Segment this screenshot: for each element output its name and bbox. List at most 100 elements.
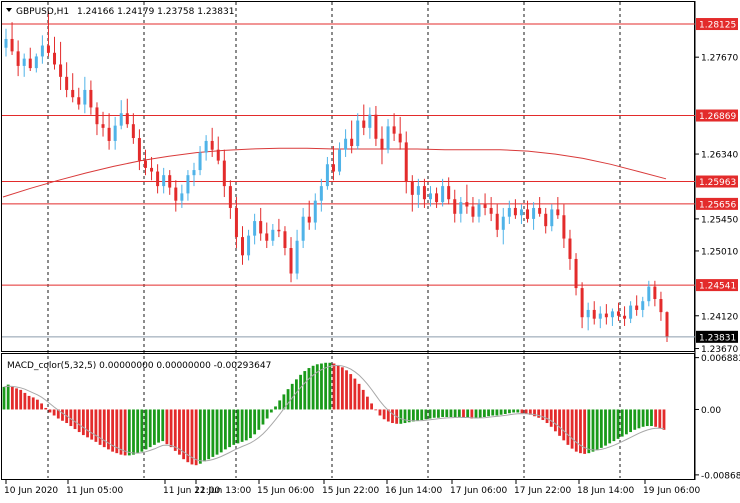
price-tick-label-4: 1.24120 [701, 312, 738, 322]
macd-bar-0 [2, 386, 6, 410]
candle-body-44 [271, 229, 275, 241]
macd-bar-50 [211, 409, 215, 457]
candle-body-51 [313, 200, 317, 223]
candle-body-60 [368, 114, 372, 128]
macd-bar-106 [445, 409, 449, 417]
candle-body-80 [489, 207, 493, 214]
candle-body-84 [513, 207, 517, 216]
candle-body-76 [465, 202, 469, 207]
macd-bar-7 [31, 397, 35, 410]
macd-bar-137 [574, 409, 578, 452]
macd-bar-62 [261, 409, 265, 425]
candle-body-35 [216, 149, 220, 161]
macd-bar-51 [215, 409, 219, 455]
macd-bar-42 [178, 409, 181, 455]
macd-bar-91 [382, 409, 386, 420]
macd-bar-83 [349, 374, 353, 410]
macd-bar-61 [257, 409, 261, 430]
candle-body-17 [107, 127, 111, 141]
level-label-0: 1.28125 [699, 21, 736, 31]
candle-body-28 [174, 187, 178, 201]
symbol-dropdown-icon[interactable] [6, 8, 12, 12]
macd-bar-117 [491, 409, 495, 416]
candle-body-43 [265, 233, 269, 241]
candle-body-67 [410, 181, 414, 195]
candle-body-48 [295, 240, 299, 274]
candle-body-2 [16, 51, 20, 66]
macd-bar-66 [278, 400, 282, 410]
macd-bar-105 [441, 409, 445, 417]
price-tick-label-1: 1.26340 [701, 151, 738, 161]
candle-body-20 [125, 113, 129, 125]
macd-bar-77 [324, 362, 328, 410]
macd-histogram [2, 362, 666, 466]
macd-bar-14 [61, 409, 64, 421]
macd-bar-93 [391, 409, 394, 424]
candle-body-36 [222, 160, 226, 187]
macd-bar-135 [566, 409, 570, 445]
macd-bar-103 [432, 409, 436, 418]
x-tick-label-5: 15 Jun 22:00 [322, 486, 379, 496]
chart-svg: 1.23831 1.27670 1.26340 1.25450 1.25010 1.24… [1, 1, 740, 496]
macd-bar-107 [449, 409, 453, 417]
candle-body-47 [289, 248, 293, 274]
macd-bar-129 [541, 409, 545, 421]
macd-bar-47 [198, 409, 202, 464]
candle-body-58 [356, 120, 360, 147]
macd-bar-56 [236, 409, 240, 444]
candle-body-93 [568, 238, 572, 259]
candle-body-5 [34, 56, 38, 69]
macd-bar-2 [10, 386, 14, 410]
macd-bar-140 [587, 409, 591, 454]
candle-body-37 [228, 186, 232, 208]
macd-bar-49 [207, 409, 211, 460]
candle-body-82 [501, 216, 505, 230]
macd-bar-28 [119, 409, 123, 455]
macd-bar-114 [478, 409, 482, 418]
candle-body-7 [46, 45, 50, 53]
macd-bar-78 [328, 362, 332, 410]
macd-bar-19 [81, 409, 85, 436]
candle-body-65 [398, 133, 402, 143]
candle-body-50 [307, 216, 311, 223]
macd-bar-6 [27, 395, 31, 410]
current-price-label: 1.23831 [699, 333, 736, 343]
macd-bar-39 [165, 409, 169, 445]
candle-body-109 [665, 312, 669, 337]
symbol-label: GBPUSD,H1 [16, 7, 69, 17]
x-tick-label-8: 17 Jun 22:00 [514, 486, 571, 496]
candle-body-49 [301, 216, 305, 241]
x-tick-label-6: 16 Jun 14:00 [385, 486, 442, 496]
macd-bar-53 [223, 409, 227, 450]
macd-bar-52 [219, 409, 223, 453]
candle-body-89 [544, 213, 548, 227]
candle-body-45 [277, 229, 281, 232]
candle-body-77 [471, 206, 475, 217]
candle-body-100 [610, 311, 614, 318]
macd-bar-35 [148, 409, 152, 448]
ma-path [2, 147, 667, 198]
macd-bar-101 [424, 409, 428, 420]
candle-body-54 [331, 164, 335, 172]
macd-bar-143 [599, 409, 603, 448]
candle-body-87 [532, 207, 536, 219]
macd-bar-142 [595, 409, 599, 451]
macd-bar-104 [437, 409, 440, 418]
macd-bar-111 [466, 409, 470, 418]
macd-bar-150 [629, 409, 632, 433]
candle-body-102 [623, 315, 627, 319]
candles [4, 11, 669, 342]
candle-body-24 [150, 167, 154, 172]
macd-bar-98 [411, 409, 415, 422]
candle-body-101 [616, 311, 620, 316]
macd-bar-23 [98, 409, 102, 445]
macd-tick-label-2: -0.008685 [701, 471, 740, 481]
macd-bar-110 [462, 409, 465, 418]
x-tick-label-10: 19 Jun 06:00 [643, 486, 700, 496]
candle-body-53 [325, 164, 329, 187]
macd-bar-90 [378, 409, 382, 416]
macd-bar-146 [612, 409, 616, 442]
macd-bar-64 [269, 409, 273, 413]
macd-bar-151 [633, 409, 637, 430]
candle-body-46 [283, 231, 287, 249]
